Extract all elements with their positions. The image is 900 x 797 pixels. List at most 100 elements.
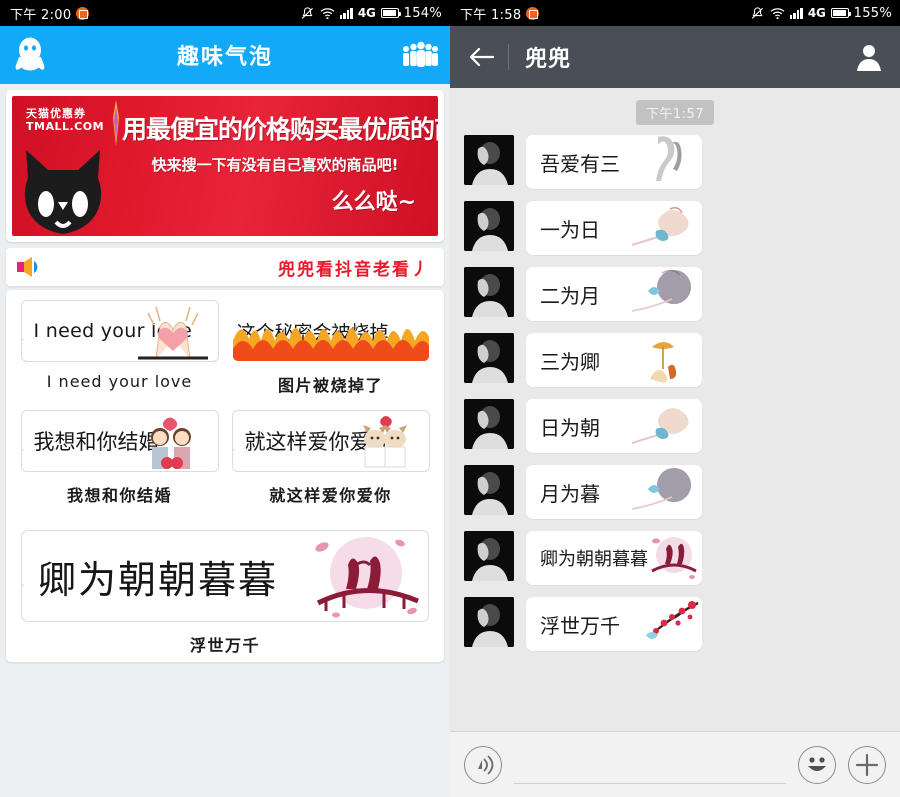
sticker-list-card: I need your love I need your love 这个秘密会被… bbox=[6, 290, 444, 662]
chat-bubble-text: 一为日 bbox=[540, 217, 600, 242]
chat-bubble-text: 浮世万千 bbox=[540, 613, 620, 638]
chat-bubble[interactable]: 日为朝 bbox=[526, 399, 702, 453]
page-title: 趣味气泡 bbox=[176, 45, 273, 70]
sticker-item-0[interactable]: I need your love I need your love bbox=[14, 300, 225, 396]
qq-penguin-logo[interactable] bbox=[8, 33, 52, 77]
chat-bubble[interactable]: 二为月 bbox=[526, 267, 702, 321]
chat-bubble-text: 吾爱有三 bbox=[540, 151, 620, 176]
chat-message-row: 浮世万千 bbox=[464, 597, 900, 651]
sticker-item-3[interactable]: 就这样爱你爱你 就这样爱你爱你 bbox=[225, 410, 436, 506]
ad-subline: 快来搜一下有没有自己喜欢的商品吧! bbox=[151, 156, 399, 174]
avatar[interactable] bbox=[464, 201, 514, 251]
chat-message-row: 月为暮 bbox=[464, 465, 900, 519]
avatar[interactable] bbox=[464, 597, 514, 647]
sunrise-ink-art-icon bbox=[612, 399, 702, 453]
group-people-icon[interactable] bbox=[400, 40, 438, 70]
avatar[interactable] bbox=[464, 267, 514, 317]
bridge-couple-art-icon bbox=[278, 531, 428, 621]
sticker-caption: 就这样爱你爱你 bbox=[269, 486, 392, 505]
chat-message-row: 卿为朝朝暮暮 bbox=[464, 531, 900, 585]
right-status-bar: 下午 1:58 4G 155% bbox=[450, 0, 900, 26]
moon-butterfly-art-icon bbox=[612, 465, 702, 519]
chat-message-row: 日为朝 bbox=[464, 399, 900, 453]
wifi-icon bbox=[320, 7, 335, 20]
chat-bubble[interactable]: 三为卿 bbox=[526, 333, 702, 387]
battery-percent: 155% bbox=[853, 5, 892, 21]
chat-bubble-text: 日为朝 bbox=[540, 415, 600, 440]
wifi-icon bbox=[770, 7, 785, 20]
signal-bars-icon bbox=[339, 7, 353, 19]
chat-timestamp: 下午1:57 bbox=[635, 100, 715, 125]
sticker-bubble[interactable]: I need your love bbox=[20, 300, 219, 362]
left-content-scroll[interactable]: 天猫优惠券 TMALL.COM 用最便宜的价格购买最优质的 快来搜一下有没有自己… bbox=[0, 84, 450, 797]
sticker-item-2[interactable]: 我想和你结婚 我想和你结婚 bbox=[14, 410, 225, 506]
network-type-label: 4G bbox=[357, 6, 376, 20]
ad-banner-card[interactable]: 天猫优惠券 TMALL.COM 用最便宜的价格购买最优质的 快来搜一下有没有自己… bbox=[6, 90, 444, 242]
sticker-bubble[interactable]: 我想和你结婚 bbox=[20, 410, 219, 472]
chat-bubble-text: 月为暮 bbox=[540, 481, 600, 506]
battery-percent: 154% bbox=[403, 5, 442, 21]
ad-headline: 用最便宜的价格购买最优质的商品 bbox=[122, 115, 438, 144]
chat-bubble[interactable]: 吾爱有三 bbox=[526, 135, 702, 189]
plus-icon[interactable] bbox=[848, 745, 886, 784]
announcement-text: 兜兜看抖音老看丿 bbox=[278, 259, 430, 280]
two-cats-art-icon bbox=[345, 411, 423, 471]
sticker-caption: 我想和你结婚 bbox=[66, 486, 172, 505]
sticker-caption: 图片被烧掉了 bbox=[277, 376, 383, 395]
chat-bubble[interactable]: 浮世万千 bbox=[526, 597, 702, 651]
left-status-bar: 下午 2:00 4G 154% bbox=[0, 0, 450, 26]
status-app-badge-icon bbox=[76, 6, 90, 20]
announcement-bar[interactable]: 兜兜看抖音老看丿 bbox=[6, 248, 444, 286]
sticker-bubble-text: 卿为朝朝暮暮 bbox=[38, 557, 279, 602]
avatar[interactable] bbox=[464, 399, 514, 449]
ad-banner-image[interactable]: 天猫优惠券 TMALL.COM 用最便宜的价格购买最优质的 快来搜一下有没有自己… bbox=[12, 96, 438, 236]
sticker-row-3: 卿为朝朝暮暮 浮世万千 bbox=[14, 530, 436, 656]
plum-blossom-art-icon bbox=[612, 597, 702, 651]
battery-icon bbox=[380, 8, 402, 18]
speaker-icon bbox=[16, 256, 44, 278]
bell-muted-icon bbox=[750, 6, 765, 21]
sticker-item-1[interactable]: 这个秘密会被烧掉 图片被烧掉了 bbox=[225, 300, 436, 396]
message-input[interactable] bbox=[514, 745, 786, 784]
chat-message-list[interactable]: 下午1:57 吾爱有三 一为日 二为月 三为卿 日为朝 月为暮 卿为朝朝暮暮 浮… bbox=[450, 88, 900, 731]
chat-message-row: 一为日 bbox=[464, 201, 900, 255]
status-left-group: 下午 2:00 bbox=[10, 4, 90, 23]
sticker-item-4[interactable]: 卿为朝朝暮暮 浮世万千 bbox=[21, 530, 429, 656]
sticker-row-2: 我想和你结婚 我想和你结婚 就这样爱你爱你 就这样爱你爱你 bbox=[14, 410, 436, 506]
voice-record-icon[interactable] bbox=[464, 745, 502, 784]
chat-bubble[interactable]: 一为日 bbox=[526, 201, 702, 255]
umbrella-figure-art-icon bbox=[612, 333, 702, 387]
sticker-bubble[interactable]: 这个秘密会被烧掉 bbox=[231, 300, 430, 362]
chat-header: 兜兜 bbox=[450, 26, 900, 88]
tmall-brand-cn: 天猫优惠券 bbox=[26, 107, 86, 120]
signal-bars-icon bbox=[789, 7, 803, 19]
smiley-face-icon[interactable] bbox=[798, 745, 836, 784]
tmall-brand-en: TMALL.COM bbox=[26, 119, 105, 133]
sticker-bubble-text: 这个秘密会被烧掉 bbox=[236, 321, 389, 344]
right-chat-pane: 下午 1:58 4G 155% 兜兜 下午1:57 吾爱有三 一为日 二为月 三… bbox=[450, 0, 900, 797]
moon-butterfly-art-icon bbox=[612, 267, 702, 321]
hands-heart-art-icon bbox=[134, 301, 212, 361]
chat-contact-name: 兜兜 bbox=[525, 47, 572, 72]
avatar[interactable] bbox=[464, 135, 514, 185]
chat-bubble-text: 卿为朝朝暮暮 bbox=[540, 549, 648, 570]
chat-bubble[interactable]: 月为暮 bbox=[526, 465, 702, 519]
sticker-bubble-large[interactable]: 卿为朝朝暮暮 bbox=[21, 530, 429, 622]
back-arrow-icon[interactable] bbox=[468, 46, 495, 68]
person-profile-icon[interactable] bbox=[854, 42, 884, 72]
avatar[interactable] bbox=[464, 465, 514, 515]
sunrise-ink-art-icon bbox=[612, 201, 702, 255]
status-time: 下午 1:58 bbox=[460, 7, 522, 23]
chat-bubble-text: 二为月 bbox=[540, 283, 600, 308]
avatar[interactable] bbox=[464, 531, 514, 581]
chat-bubble[interactable]: 卿为朝朝暮暮 bbox=[526, 531, 702, 585]
status-app-badge-icon bbox=[526, 6, 540, 20]
sticker-caption: I need your love bbox=[46, 372, 193, 391]
avatar[interactable] bbox=[464, 333, 514, 383]
status-time: 下午 2:00 bbox=[10, 7, 72, 23]
status-right-group: 4G 155% bbox=[750, 6, 892, 21]
chat-bubble-text: 三为卿 bbox=[540, 349, 600, 374]
ink-figure-art-icon bbox=[612, 135, 702, 189]
kissing-couple-art-icon bbox=[134, 411, 212, 471]
sticker-bubble[interactable]: 就这样爱你爱你 bbox=[231, 410, 430, 472]
